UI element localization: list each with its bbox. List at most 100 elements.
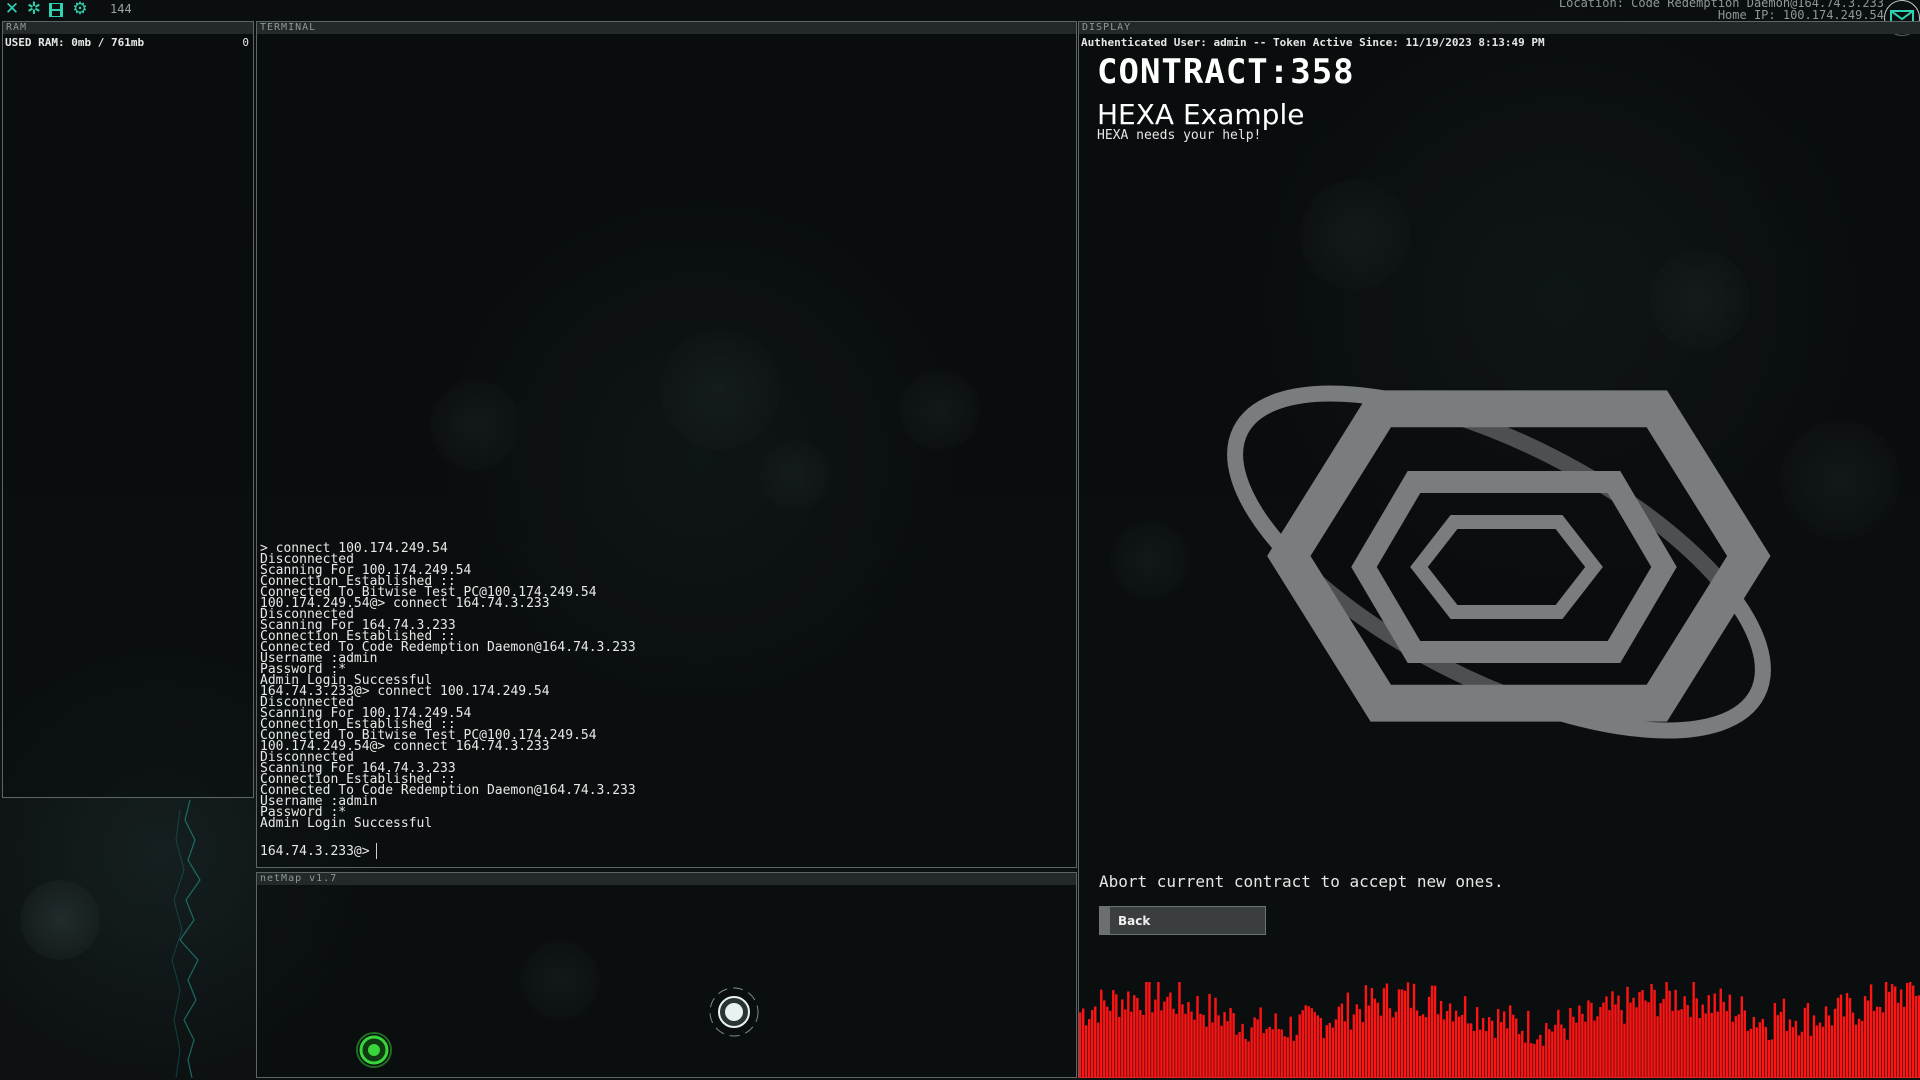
display-header: DISPLAY	[1079, 22, 1920, 34]
contract-name: HEXA Example	[1097, 98, 1305, 131]
traffic-bar	[1629, 1002, 1632, 1078]
back-button[interactable]: Back	[1099, 906, 1266, 935]
traffic-bar	[1617, 995, 1620, 1078]
traffic-bar	[1292, 1040, 1295, 1078]
traffic-bar	[1866, 1000, 1870, 1078]
traffic-bar	[1385, 983, 1389, 1078]
traffic-bar	[1109, 1010, 1112, 1078]
traffic-bar	[1232, 1013, 1235, 1078]
save-icon[interactable]	[46, 0, 66, 19]
netmap-header: netMap v1.7	[257, 873, 1076, 885]
traffic-bar	[1776, 1015, 1780, 1078]
traffic-bar	[1373, 998, 1377, 1078]
traffic-bar	[1337, 1006, 1341, 1078]
top-bar: ✕ ✲ ⚙ 144 Location: Code Redemption Daem…	[0, 0, 1920, 36]
traffic-bar	[1154, 999, 1157, 1078]
traffic-bar	[1623, 1023, 1626, 1078]
traffic-bar	[1725, 1011, 1728, 1078]
traffic-bar	[1082, 1008, 1085, 1078]
traffic-bar	[1493, 1037, 1497, 1078]
traffic-bar	[1818, 1022, 1822, 1078]
traffic-bar	[1265, 1028, 1268, 1078]
traffic-bar	[1569, 1008, 1572, 1078]
traffic-bar	[1469, 1023, 1473, 1078]
traffic-bar	[1424, 1017, 1428, 1078]
traffic-bar	[1854, 1024, 1858, 1078]
traffic-bar	[1566, 1039, 1569, 1078]
traffic-bar	[1433, 985, 1437, 1078]
traffic-bar	[1596, 1016, 1599, 1078]
traffic-bar	[1298, 1014, 1301, 1078]
traffic-bar	[1220, 1025, 1223, 1078]
traffic-bar	[1445, 1011, 1449, 1078]
traffic-bar	[1259, 1007, 1262, 1078]
traffic-bar	[1728, 994, 1731, 1078]
traffic-bar	[1659, 1003, 1662, 1078]
traffic-bar	[1806, 1002, 1810, 1078]
traffic-bar	[1848, 997, 1852, 1078]
traffic-bar	[1463, 996, 1467, 1078]
traffic-bar	[1238, 1032, 1241, 1078]
traffic-bar	[1755, 1027, 1759, 1078]
traffic-bar	[1521, 1030, 1524, 1078]
traffic-bar	[1355, 1004, 1359, 1078]
gear-icon[interactable]: ⚙	[70, 0, 90, 19]
traffic-bar	[1836, 997, 1840, 1078]
traffic-bar	[1803, 1007, 1807, 1078]
traffic-bar	[1196, 995, 1199, 1078]
traffic-bar	[1515, 1018, 1518, 1078]
traffic-bar	[1382, 988, 1386, 1078]
traffic-bar	[1079, 1012, 1082, 1078]
home-node[interactable]	[355, 1031, 393, 1069]
traffic-bar	[1893, 986, 1897, 1078]
connected-node[interactable]	[707, 985, 761, 1039]
traffic-bar	[1872, 1010, 1876, 1078]
traffic-bar	[1671, 1010, 1674, 1078]
back-label: Back	[1118, 913, 1151, 928]
traffic-bar	[1142, 1015, 1145, 1078]
traffic-bar	[1343, 1021, 1347, 1078]
traffic-bar	[1731, 1021, 1734, 1078]
ram-panel: RAM USED RAM: 0mb / 761mb 0	[2, 21, 254, 798]
traffic-bar	[1683, 996, 1686, 1078]
traffic-bar	[1590, 1002, 1593, 1078]
traffic-bar	[1593, 1020, 1596, 1078]
traffic-bar	[1448, 1003, 1452, 1078]
traffic-bar	[1842, 1016, 1846, 1078]
traffic-bar	[1548, 1029, 1551, 1078]
traffic-bar	[1875, 1006, 1879, 1078]
traffic-bar	[1280, 1029, 1283, 1078]
traffic-bar	[1575, 1022, 1578, 1078]
traffic-bar	[1322, 1038, 1325, 1078]
traffic-bar	[1478, 1029, 1482, 1078]
traffic-bar	[1289, 1016, 1292, 1078]
traffic-bar	[1677, 1010, 1680, 1078]
traffic-bar	[1770, 1039, 1774, 1078]
traffic-bar	[1421, 1014, 1425, 1078]
traffic-bar	[1626, 986, 1629, 1078]
terminal-panel[interactable]: TERMINAL > connect 100.174.249.54 Disconn…	[256, 21, 1077, 868]
traffic-bar	[1905, 982, 1909, 1078]
traffic-bar	[1581, 1013, 1584, 1078]
traffic-bar	[1674, 989, 1677, 1078]
traffic-bar	[1223, 1012, 1226, 1078]
traffic-bar	[1268, 1026, 1271, 1078]
traffic-bar	[1439, 1000, 1443, 1078]
traffic-bar	[1316, 1015, 1319, 1078]
traffic-bar	[1503, 1011, 1506, 1078]
traffic-bar	[1602, 1002, 1605, 1078]
traffic-bar	[1644, 1000, 1647, 1078]
settings-icon[interactable]: ✲	[24, 0, 44, 19]
traffic-bar	[1100, 989, 1103, 1078]
traffic-bar	[1214, 997, 1217, 1078]
traffic-bar	[1899, 989, 1903, 1078]
traffic-bar	[1746, 1030, 1749, 1078]
terminal-header: TERMINAL	[257, 22, 1076, 34]
traffic-bar	[1199, 1013, 1202, 1078]
traffic-bar	[1527, 1010, 1530, 1078]
traffic-bar	[1704, 1013, 1707, 1078]
traffic-bar	[1863, 996, 1867, 1078]
terminal-input[interactable]: 164.74.3.233@>	[260, 843, 377, 859]
traffic-bar	[1779, 1011, 1783, 1078]
close-icon[interactable]: ✕	[2, 0, 22, 19]
